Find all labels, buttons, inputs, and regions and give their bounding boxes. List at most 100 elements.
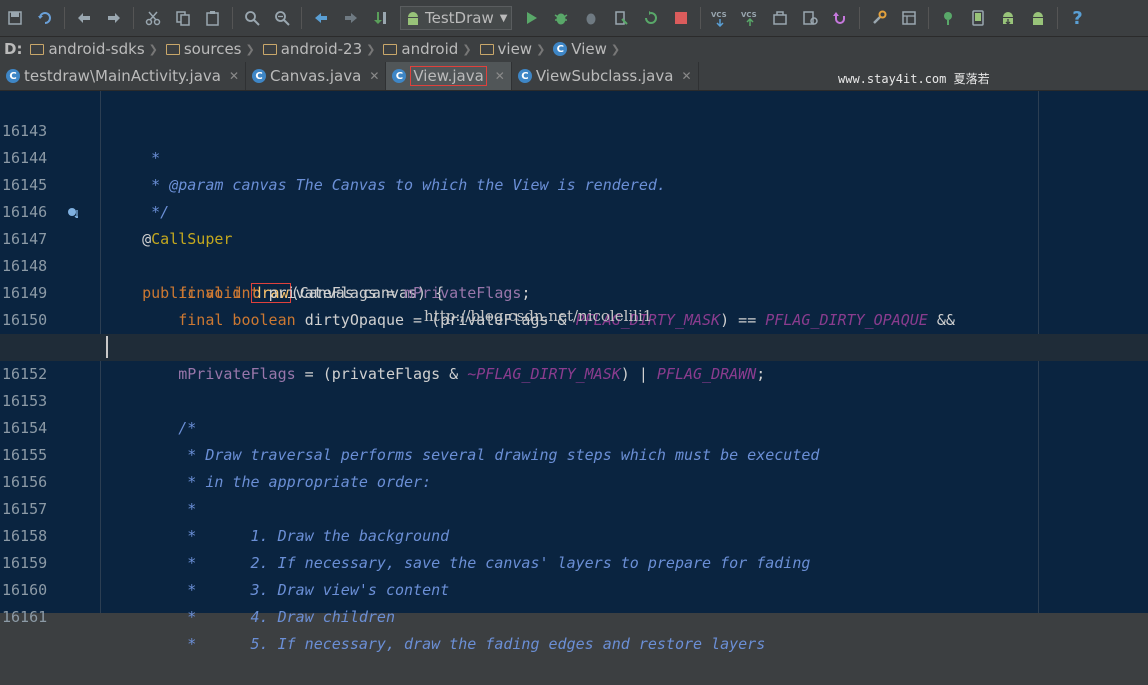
code-lines: 16143 * 16144 * @param canvas The Canvas…	[0, 91, 1148, 653]
code-line[interactable]: 16155 * in the appropriate order:	[0, 415, 1148, 491]
project-structure-icon[interactable]	[898, 7, 920, 29]
doc-comment: * 4. Draw children	[106, 608, 395, 626]
find-icon[interactable]	[241, 7, 263, 29]
synchronize-icon[interactable]	[34, 7, 56, 29]
toolbar-separator	[232, 7, 233, 29]
code-line-current[interactable]: 16152	[0, 334, 1148, 383]
close-icon[interactable]: ✕	[495, 69, 505, 83]
code-line[interactable]: 16160 * 4. Draw children	[0, 550, 1148, 626]
rerun-icon[interactable]	[640, 7, 662, 29]
code-line[interactable]: 16143 *	[0, 91, 1148, 167]
breadcrumb-label: android-sdks	[48, 40, 145, 58]
vcs-update-icon[interactable]: VCS	[709, 7, 731, 29]
code-line[interactable]: 16158 * 2. If necessary, save the canvas…	[0, 496, 1148, 572]
code-line[interactable]: 16156 *	[0, 442, 1148, 518]
coverage-icon[interactable]	[610, 7, 632, 29]
breadcrumb-item[interactable]: android-23 ❯	[259, 40, 380, 58]
tab-label: Canvas.java	[270, 67, 362, 85]
breadcrumb-label: view	[497, 40, 533, 58]
breadcrumb-item[interactable]: sources ❯	[162, 40, 259, 58]
tab-view[interactable]: C View.java ✕	[386, 62, 512, 90]
run-configuration-select[interactable]: TestDraw ▼	[400, 6, 513, 30]
code-line[interactable]: 16153 /*	[0, 361, 1148, 437]
close-icon[interactable]: ✕	[369, 69, 379, 83]
package-folder-icon	[262, 43, 277, 55]
stop-icon[interactable]	[670, 7, 692, 29]
code-line[interactable]: 16157 * 1. Draw the background	[0, 469, 1148, 545]
breadcrumb-item[interactable]: view ❯	[476, 40, 550, 58]
make-project-icon[interactable]	[370, 7, 392, 29]
class-icon: C	[517, 69, 532, 83]
class-icon: C	[6, 69, 20, 83]
package-folder-icon	[383, 43, 398, 55]
tab-mainactivity[interactable]: C testdraw\MainActivity.java ✕	[0, 62, 247, 90]
breadcrumb-item[interactable]: C View ❯	[549, 40, 624, 58]
code-editor[interactable]: 16143 * 16144 * @param canvas The Canvas…	[0, 91, 1148, 653]
package-folder-icon	[479, 43, 494, 55]
settings-icon[interactable]	[868, 7, 890, 29]
code-text: * 5. If necessary, draw the fading edges…	[106, 631, 765, 658]
sdk-manager-icon[interactable]	[997, 7, 1019, 29]
close-icon[interactable]: ✕	[681, 69, 691, 83]
code-line[interactable]: 16146 @CallSuper	[0, 172, 1148, 248]
chevron-down-icon: ▼	[499, 12, 508, 24]
toolbar-separator	[64, 7, 65, 29]
vcs-compare-icon[interactable]	[769, 7, 791, 29]
breadcrumb-drive[interactable]: D:	[0, 40, 26, 58]
code-line[interactable]: 16150 (mAttachInfo == null || !mAttachIn…	[0, 280, 1148, 356]
android-icon	[408, 12, 418, 25]
run-icon[interactable]	[520, 7, 542, 29]
doc-comment: * 5. If necessary, draw the fading edges…	[106, 635, 766, 653]
folder-icon	[30, 43, 45, 55]
override-marker-icon[interactable]	[66, 206, 78, 218]
code-line[interactable]: 16144 * @param canvas The Canvas to whic…	[0, 118, 1148, 194]
code-line[interactable]: 16161 * 5. If necessary, draw the fading…	[0, 577, 1148, 653]
tab-label: ViewSubclass.java	[535, 67, 674, 85]
toolbar-separator	[859, 7, 861, 29]
help-icon[interactable]: ?	[1066, 7, 1088, 29]
code-line[interactable]: 16154 * Draw traversal performs several …	[0, 388, 1148, 464]
class-icon: C	[553, 42, 568, 56]
breadcrumb-label: android-23	[280, 40, 363, 58]
back-icon[interactable]	[310, 7, 332, 29]
class-icon: C	[392, 69, 407, 83]
vcs-commit-icon[interactable]: VCS	[739, 7, 761, 29]
line-number: 16161	[2, 608, 48, 626]
save-all-icon[interactable]	[4, 7, 26, 29]
android-device-monitor-icon[interactable]	[1027, 7, 1049, 29]
watermark-url: http://blog.csdn.net/nicolelili1	[424, 307, 653, 325]
code-line[interactable]: 16149 final boolean dirtyOpaque = (priva…	[0, 253, 1148, 329]
forward-icon[interactable]	[340, 7, 362, 29]
attach-debugger-icon[interactable]	[580, 7, 602, 29]
paste-icon[interactable]	[202, 7, 224, 29]
tab-viewsubclass[interactable]: C ViewSubclass.java ✕	[512, 62, 699, 90]
redo-icon[interactable]	[103, 7, 125, 29]
chevron-right-icon: ❯	[245, 42, 255, 56]
breadcrumb: D: android-sdks ❯ sources ❯ android-23 ❯…	[0, 37, 1148, 61]
debug-icon[interactable]	[550, 7, 572, 29]
cut-icon[interactable]	[142, 7, 164, 29]
code-line[interactable]: 16145 */	[0, 145, 1148, 221]
code-line[interactable]: 16147 public void draw (Canvas canvas) {	[0, 199, 1148, 303]
code-line[interactable]: 16159 * 3. Draw view's content	[0, 523, 1148, 599]
copy-icon[interactable]	[172, 7, 194, 29]
sync-gradle-icon[interactable]	[937, 7, 959, 29]
breadcrumb-label: android	[401, 40, 459, 58]
close-icon[interactable]: ✕	[229, 69, 239, 83]
breadcrumb-item[interactable]: android ❯	[379, 40, 475, 58]
replace-icon[interactable]	[271, 7, 293, 29]
code-text: * 4. Draw children	[106, 604, 395, 631]
avd-manager-icon[interactable]	[967, 7, 989, 29]
chevron-right-icon: ❯	[366, 42, 376, 56]
tab-canvas[interactable]: C Canvas.java ✕	[246, 62, 387, 90]
code-line[interactable]: 16148 final int privateFlags = mPrivateF…	[0, 226, 1148, 302]
revert-icon[interactable]	[829, 7, 851, 29]
toolbar-separator	[1057, 7, 1059, 29]
toolbar-separator	[301, 7, 302, 29]
undo-icon[interactable]	[73, 7, 95, 29]
tab-label: View.java	[410, 66, 487, 86]
chevron-right-icon: ❯	[610, 42, 621, 56]
breadcrumb-label: sources	[183, 40, 242, 58]
show-history-icon[interactable]	[799, 7, 821, 29]
breadcrumb-item[interactable]: android-sdks ❯	[26, 40, 161, 58]
